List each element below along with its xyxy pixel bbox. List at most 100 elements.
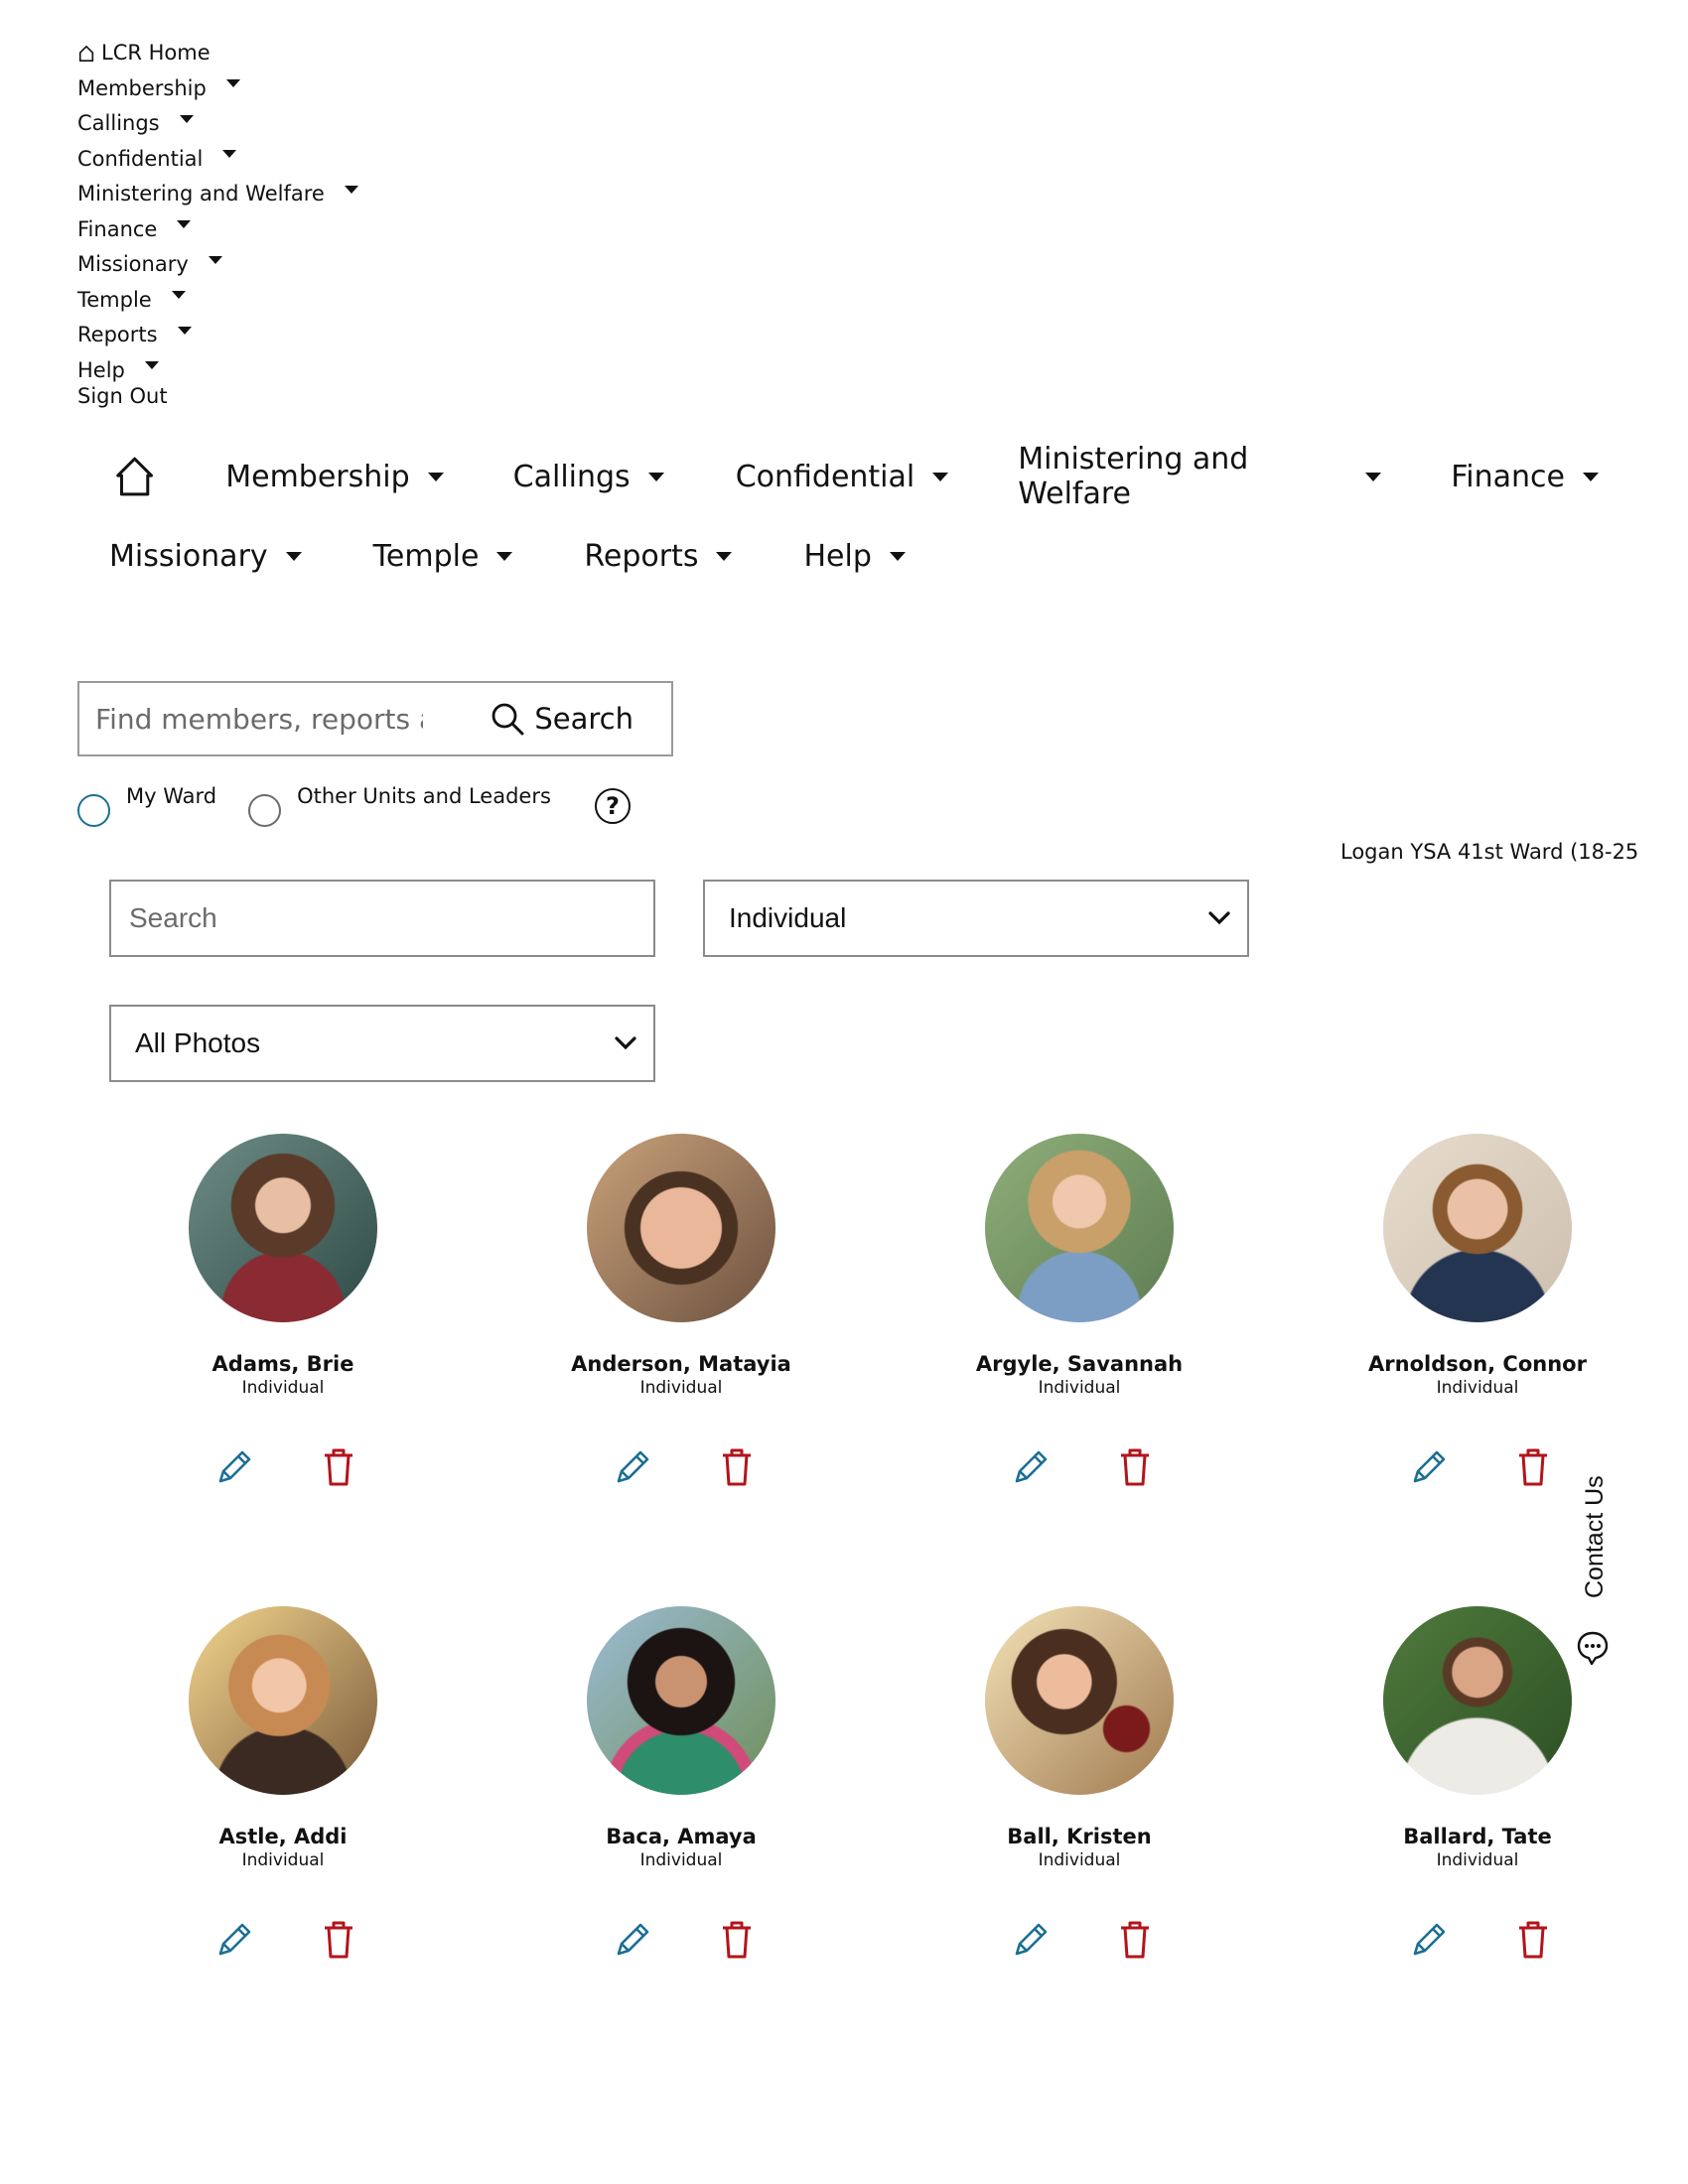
trash-icon[interactable] [720, 1447, 754, 1487]
photos-select-value: All Photos [135, 1027, 261, 1058]
photos-select[interactable]: All Photos [109, 1005, 655, 1082]
nav-callings[interactable]: Callings [513, 460, 664, 494]
pencil-icon[interactable] [214, 1920, 254, 1960]
nav-ministering[interactable]: Ministering and Welfare [1018, 442, 1382, 511]
global-search-input[interactable] [93, 701, 425, 737]
member-role: Individual [1038, 1850, 1121, 1870]
home-icon[interactable] [113, 454, 156, 499]
member-name[interactable]: Baca, Amaya [532, 1825, 830, 1848]
trash-icon[interactable] [322, 1920, 355, 1960]
member-actions [532, 1447, 830, 1497]
member-actions [134, 1920, 432, 1970]
nav-label: Ministering and Welfare [1018, 442, 1249, 511]
menu-temple[interactable]: Temple [77, 283, 358, 319]
trash-icon[interactable] [720, 1920, 754, 1960]
trash-icon[interactable] [1516, 1920, 1550, 1960]
member-actions [532, 1920, 830, 1970]
pencil-icon[interactable] [1011, 1447, 1051, 1487]
member-photo[interactable] [985, 1606, 1174, 1795]
caret-down-icon [171, 291, 186, 300]
nav-confidential[interactable]: Confidential [736, 460, 949, 494]
pencil-icon[interactable] [613, 1920, 652, 1960]
member-photo[interactable] [587, 1606, 775, 1795]
nav-membership[interactable]: Membership [225, 459, 444, 494]
pencil-icon[interactable] [613, 1447, 652, 1487]
sign-out-link[interactable]: Sign Out [77, 384, 358, 408]
trash-icon[interactable] [1118, 1447, 1152, 1487]
member-role: Individual [1038, 1378, 1121, 1398]
nav-temple[interactable]: Temple [373, 539, 513, 574]
member-photo[interactable] [587, 1134, 775, 1322]
member-search-input[interactable] [127, 901, 628, 935]
search-button[interactable]: Search [491, 702, 633, 736]
type-select[interactable]: Individual [703, 880, 1249, 957]
pencil-icon[interactable] [1011, 1920, 1051, 1960]
trash-icon[interactable] [322, 1447, 355, 1487]
menu-confidential[interactable]: Confidential [77, 142, 358, 178]
member-name[interactable]: Adams, Brie [134, 1352, 432, 1376]
radio-my-ward[interactable] [77, 794, 110, 827]
contact-us-tab[interactable]: Contact Us [1574, 1459, 1614, 1668]
nav-label: Temple [372, 538, 480, 574]
member-card: Argyle, Savannah Individual [930, 1134, 1228, 1497]
member-photo[interactable] [1383, 1606, 1572, 1795]
member-role: Individual [241, 1850, 325, 1870]
caret-down-icon [716, 551, 733, 561]
caret-down-icon [208, 255, 222, 264]
menu-missionary[interactable]: Missionary [77, 247, 358, 283]
member-role: Individual [639, 1378, 723, 1398]
member-card: Anderson, Matayia Individual [532, 1134, 830, 1497]
nav-finance[interactable]: Finance [1451, 460, 1599, 494]
member-photo[interactable] [189, 1134, 377, 1322]
pencil-icon[interactable] [1409, 1920, 1449, 1960]
menu-label: Finance [77, 216, 158, 241]
contact-us-label: Contact Us [1581, 1475, 1609, 1598]
caret-down-icon [889, 551, 906, 561]
radio-label-other-units[interactable]: Other Units and Leaders [297, 784, 551, 808]
member-card: Baca, Amaya Individual [532, 1606, 830, 1970]
menu-help[interactable]: Help [77, 353, 358, 389]
member-role: Individual [1436, 1850, 1519, 1870]
menu-reports[interactable]: Reports [77, 318, 358, 353]
member-name[interactable]: Argyle, Savannah [930, 1352, 1228, 1376]
trash-icon[interactable] [1118, 1920, 1152, 1960]
nav-label: Reports [584, 538, 699, 574]
menu-ministering[interactable]: Ministering and Welfare [77, 177, 358, 212]
caret-down-icon [932, 472, 949, 481]
nav-label: Confidential [735, 459, 915, 494]
caret-down-icon [1583, 472, 1599, 481]
nav-help[interactable]: Help [803, 539, 906, 574]
pencil-icon[interactable] [214, 1447, 254, 1487]
nav-reports[interactable]: Reports [584, 538, 733, 574]
menu-label: Temple [77, 287, 152, 312]
chat-icon [1577, 1631, 1609, 1666]
nav-missionary[interactable]: Missionary [109, 539, 302, 574]
home-icon [78, 45, 94, 62]
member-actions [930, 1920, 1228, 1970]
main-nav: Membership Callings Confidential Ministe… [109, 437, 1599, 596]
caret-down-icon [285, 551, 302, 561]
member-name[interactable]: Astle, Addi [134, 1825, 432, 1848]
menu-membership[interactable]: Membership [77, 71, 358, 107]
caret-down-icon [177, 220, 192, 229]
member-photo[interactable] [189, 1606, 377, 1795]
pencil-icon[interactable] [1409, 1447, 1449, 1487]
member-name[interactable]: Ball, Kristen [930, 1825, 1228, 1848]
trash-icon[interactable] [1516, 1447, 1550, 1487]
radio-label-my-ward[interactable]: My Ward [126, 784, 216, 808]
member-role: Individual [1436, 1378, 1519, 1398]
chevron-down-icon [1208, 911, 1230, 925]
member-name[interactable]: Anderson, Matayia [532, 1352, 830, 1376]
search-icon [492, 703, 524, 736]
member-photo[interactable] [1383, 1134, 1572, 1322]
member-name[interactable]: Arnoldson, Connor [1329, 1352, 1626, 1376]
lcr-home-link[interactable]: LCR Home [77, 36, 358, 71]
menu-finance[interactable]: Finance [77, 212, 358, 248]
question-icon[interactable]: ? [594, 788, 631, 824]
member-photo[interactable] [985, 1134, 1174, 1322]
member-card: Astle, Addi Individual [134, 1606, 432, 1970]
member-name[interactable]: Ballard, Tate [1329, 1825, 1626, 1848]
menu-callings[interactable]: Callings [77, 106, 358, 142]
radio-other-units[interactable] [248, 794, 282, 827]
nav-label: Membership [225, 459, 410, 494]
